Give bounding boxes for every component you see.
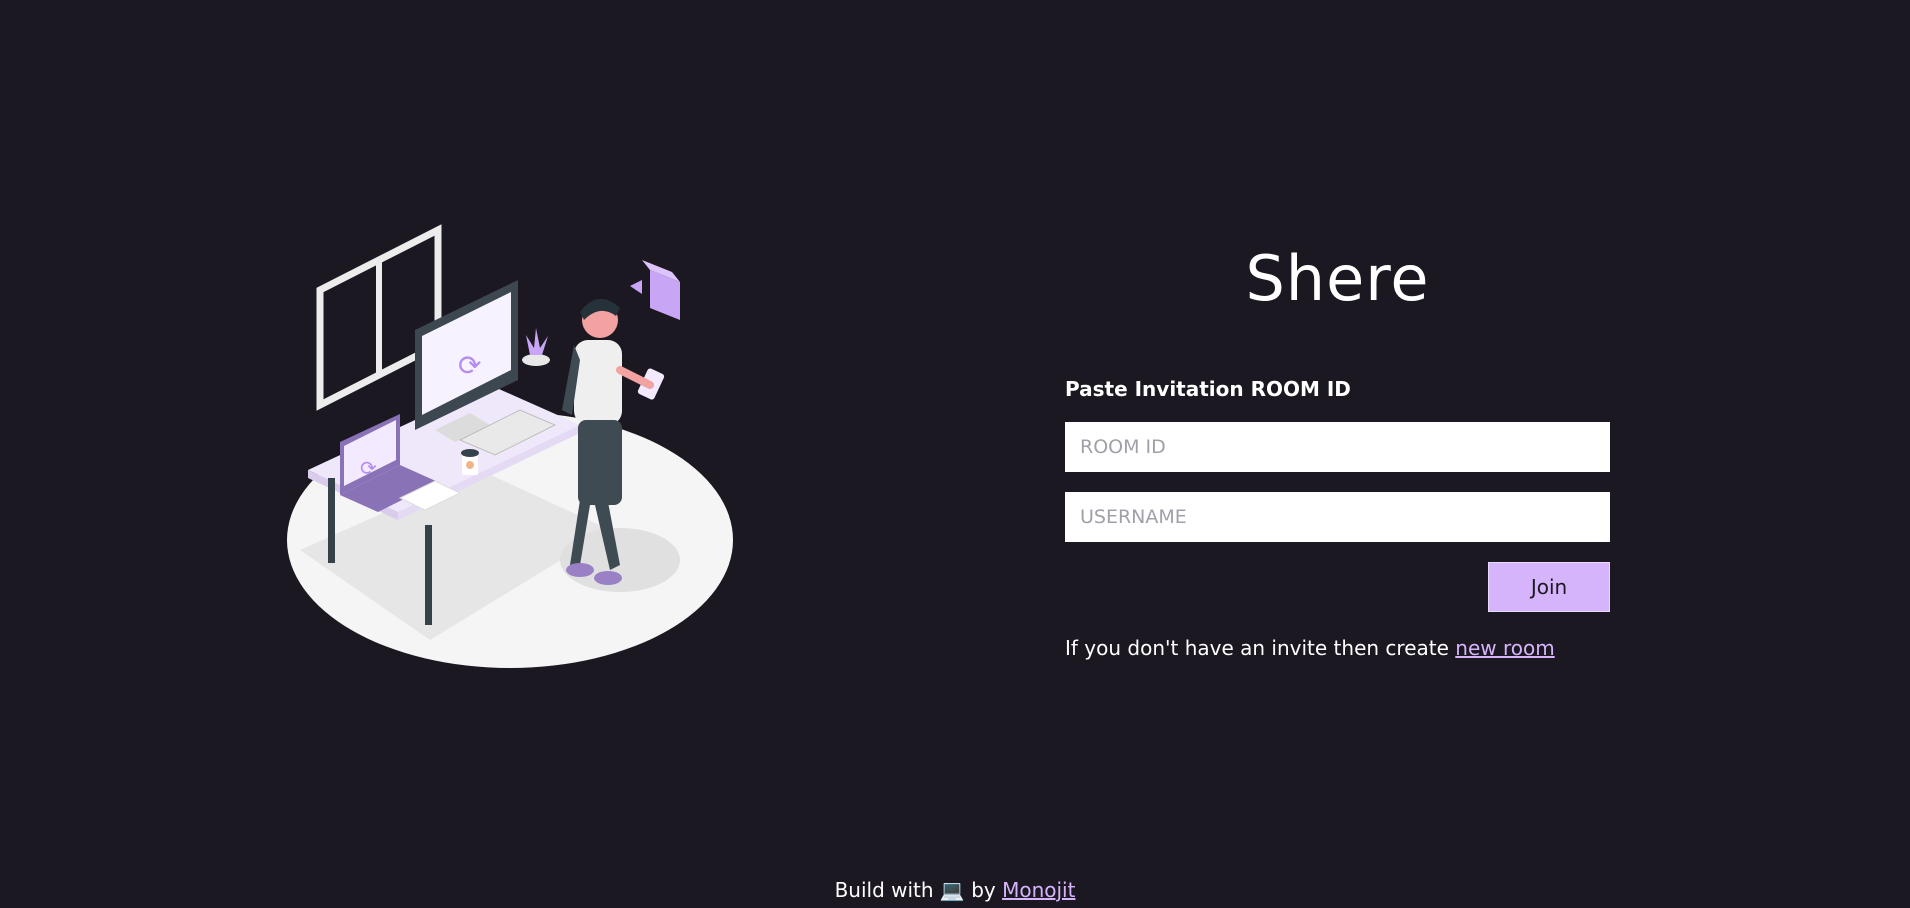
invite-text: If you don't have an invite then create … (1065, 634, 1610, 662)
footer-by: by (971, 878, 996, 902)
page: ⟳ ⟳ Shere Paste Invitation ROOM ID ROOM … (0, 0, 1910, 908)
workspace-illustration: ⟳ ⟳ (287, 224, 733, 668)
username-input[interactable] (1065, 492, 1610, 542)
svg-text:⟳: ⟳ (458, 349, 481, 382)
button-row: Join (1065, 562, 1610, 612)
footer: Build with 💻 by Monojit (0, 876, 1910, 904)
new-room-link[interactable]: new room (1455, 636, 1554, 660)
footer-prefix: Build with (834, 878, 934, 902)
join-button[interactable]: Join (1488, 562, 1610, 612)
room-id-label: Paste Invitation ROOM ID (1065, 377, 1351, 401)
laptop-icon: 💻 (939, 878, 965, 902)
svg-text:⟳: ⟳ (360, 456, 377, 480)
room-id-input[interactable] (1065, 422, 1610, 472)
invite-text-prefix: If you don't have an invite then create (1065, 636, 1456, 660)
join-form: Shere Paste Invitation ROOM ID Join If y… (1065, 240, 1610, 662)
author-link[interactable]: Monojit (1002, 878, 1075, 902)
app-title: Shere (1245, 242, 1430, 315)
